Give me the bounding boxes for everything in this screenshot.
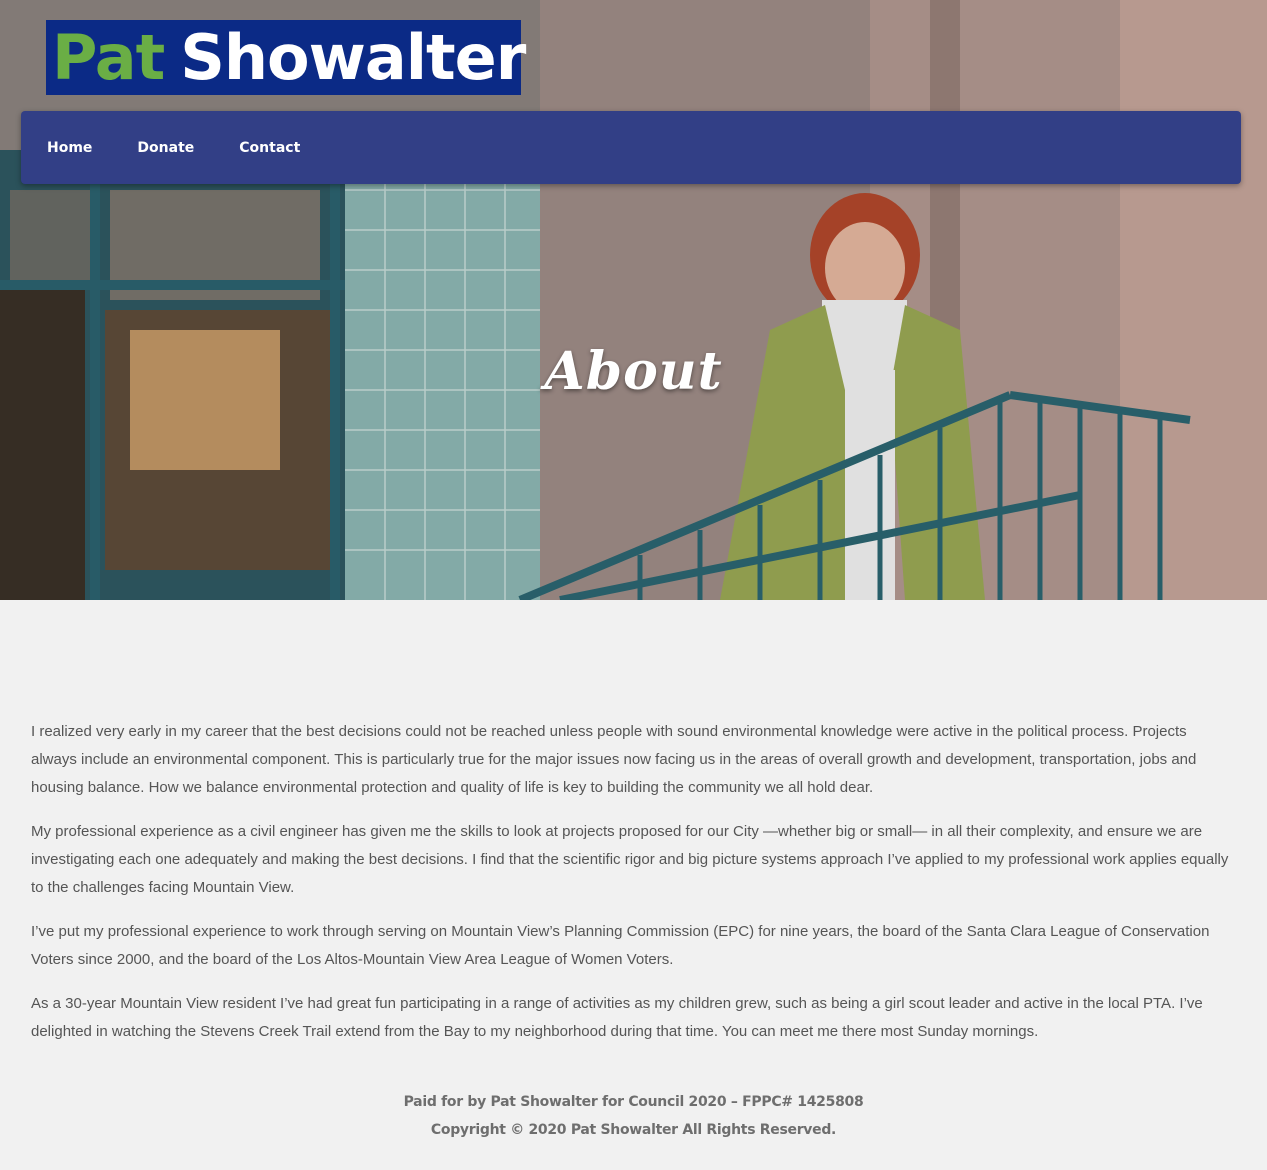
about-paragraph: My professional experience as a civil en… bbox=[31, 823, 1229, 896]
paid-for-notice: Paid for by Pat Showalter for Council 20… bbox=[403, 1094, 864, 1110]
about-content: I realized very early in my career that … bbox=[31, 718, 1236, 1062]
logo-last-name: Showalter bbox=[180, 20, 526, 94]
nav-item-donate[interactable]: Donate bbox=[137, 140, 194, 156]
site-logo[interactable]: Pat Showalter bbox=[46, 20, 526, 95]
about-paragraph: I’ve put my professional experience to w… bbox=[31, 923, 1210, 968]
about-paragraph: I realized very early in my career that … bbox=[31, 723, 1197, 796]
about-paragraph: As a 30-year Mountain View resident I’ve… bbox=[31, 995, 1203, 1040]
nav-item-home[interactable]: Home bbox=[47, 140, 92, 156]
hero-banner: Pat Showalter Home Donate Contact About bbox=[0, 0, 1267, 600]
logo-first-name: Pat bbox=[52, 20, 165, 94]
nav-item-contact[interactable]: Contact bbox=[239, 140, 300, 156]
main-navigation: Home Donate Contact bbox=[21, 111, 1241, 184]
site-footer: Paid for by Pat Showalter for Council 20… bbox=[0, 1062, 1267, 1170]
page-title: About bbox=[544, 340, 723, 402]
copyright-notice: Copyright © 2020 Pat Showalter All Right… bbox=[430, 1122, 837, 1138]
